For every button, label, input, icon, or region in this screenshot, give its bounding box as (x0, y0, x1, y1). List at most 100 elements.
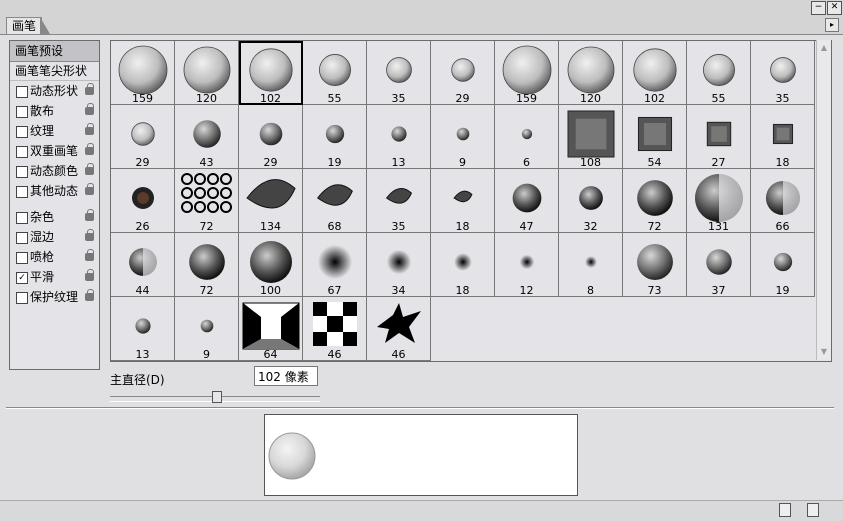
lock-icon[interactable] (85, 209, 94, 221)
scroll-up-icon[interactable]: ▲ (818, 42, 830, 54)
lock-icon[interactable] (85, 249, 94, 261)
brush-preset[interactable]: 27 (687, 105, 751, 169)
brush-tip-icon (497, 235, 557, 290)
option-checkbox[interactable] (16, 186, 28, 198)
lock-icon[interactable] (85, 289, 94, 301)
lock-icon[interactable] (85, 269, 94, 281)
brush-preset[interactable]: 73 (623, 233, 687, 297)
lock-icon[interactable] (85, 143, 94, 155)
brush-preset[interactable]: 9 (175, 297, 239, 361)
brush-preset[interactable]: 55 (303, 41, 367, 105)
tab-brushes[interactable]: 画笔 (6, 17, 42, 34)
brush-preset[interactable]: 46 (367, 297, 431, 361)
brush-preset[interactable]: 35 (367, 169, 431, 233)
option-checkbox[interactable] (16, 252, 28, 264)
option-checkbox[interactable] (16, 166, 28, 178)
lock-icon[interactable] (85, 163, 94, 175)
brush-preset[interactable]: 29 (431, 41, 495, 105)
master-diameter-field[interactable]: 102 像素 (254, 366, 318, 386)
option-row[interactable]: 保护纹理 (10, 287, 99, 307)
brush-preset[interactable]: 37 (687, 233, 751, 297)
brush-preset[interactable]: 134 (239, 169, 303, 233)
brush-preset[interactable]: 18 (431, 169, 495, 233)
option-row[interactable]: 动态颜色 (10, 161, 99, 181)
brush-preset[interactable]: 19 (303, 105, 367, 169)
brush-preset[interactable]: 67 (303, 233, 367, 297)
option-row[interactable]: ✓ 平滑 (10, 267, 99, 287)
brush-tip-icon (369, 107, 429, 162)
brush-preset[interactable]: 12 (495, 233, 559, 297)
option-checkbox[interactable] (16, 292, 28, 304)
option-checkbox[interactable] (16, 126, 28, 138)
brush-preset[interactable]: 13 (367, 105, 431, 169)
panel-menu-button[interactable]: ▸ (825, 18, 839, 32)
brush-preset[interactable]: 19 (751, 233, 815, 297)
lock-icon[interactable] (85, 229, 94, 241)
new-brush-icon[interactable] (779, 503, 791, 517)
option-row[interactable]: 双重画笔 (10, 141, 99, 161)
brush-preset[interactable]: 6 (495, 105, 559, 169)
brush-preset[interactable]: 18 (431, 233, 495, 297)
option-checkbox[interactable] (16, 146, 28, 158)
brush-preset[interactable]: 68 (303, 169, 367, 233)
grid-scrollbar[interactable]: ▲ ▼ (816, 40, 831, 360)
brush-tip-icon (305, 299, 365, 354)
option-checkbox[interactable] (16, 86, 28, 98)
brush-preset[interactable]: 55 (687, 41, 751, 105)
brush-preset[interactable]: 66 (751, 169, 815, 233)
option-row[interactable]: 湿边 (10, 227, 99, 247)
brush-preset[interactable]: 18 (751, 105, 815, 169)
minimize-button[interactable]: − (811, 1, 826, 15)
option-row[interactable]: 杂色 (10, 207, 99, 227)
brush-preset[interactable]: 131 (687, 169, 751, 233)
option-checkbox[interactable] (16, 232, 28, 244)
brush-preset[interactable]: 100 (239, 233, 303, 297)
brush-preset[interactable]: 102 (623, 41, 687, 105)
brush-presets-item[interactable]: 画笔预设 (10, 41, 99, 62)
brush-preset[interactable]: 34 (367, 233, 431, 297)
option-row[interactable]: 喷枪 (10, 247, 99, 267)
brush-preset[interactable]: 47 (495, 169, 559, 233)
option-row[interactable]: 纹理 (10, 121, 99, 141)
option-checkbox[interactable] (16, 106, 28, 118)
brush-tip-icon (689, 235, 749, 290)
brush-preset[interactable]: 26 (111, 169, 175, 233)
brush-preset[interactable]: 9 (431, 105, 495, 169)
option-row[interactable]: 动态形状 (10, 81, 99, 101)
brush-preset[interactable]: 64 (239, 297, 303, 361)
brush-preset[interactable]: 159 (495, 41, 559, 105)
option-checkbox[interactable]: ✓ (16, 272, 28, 284)
brush-tip-shape-item[interactable]: 画笔笔尖形状 (10, 62, 99, 81)
brush-tip-icon (369, 43, 429, 98)
brush-preset[interactable]: 120 (559, 41, 623, 105)
brush-preset[interactable]: 35 (367, 41, 431, 105)
brush-preset[interactable]: 72 (175, 233, 239, 297)
brush-preset[interactable]: 44 (111, 233, 175, 297)
brush-preset[interactable]: 29 (239, 105, 303, 169)
brush-preset[interactable]: 72 (175, 169, 239, 233)
brush-preset[interactable]: 159 (111, 41, 175, 105)
option-row[interactable]: 其他动态 (10, 181, 99, 201)
close-button[interactable]: ✕ (827, 1, 842, 15)
brush-preset[interactable]: 35 (751, 41, 815, 105)
option-row[interactable]: 散布 (10, 101, 99, 121)
lock-icon[interactable] (85, 123, 94, 135)
brush-preset[interactable]: 46 (303, 297, 367, 361)
brush-preset[interactable]: 102 (239, 41, 303, 105)
brush-preset[interactable]: 108 (559, 105, 623, 169)
brush-preset[interactable]: 54 (623, 105, 687, 169)
scroll-down-icon[interactable]: ▼ (818, 346, 830, 358)
diameter-slider-thumb[interactable] (212, 391, 222, 403)
brush-preset[interactable]: 32 (559, 169, 623, 233)
brush-preset[interactable]: 29 (111, 105, 175, 169)
brush-preset[interactable]: 43 (175, 105, 239, 169)
brush-preset[interactable]: 8 (559, 233, 623, 297)
brush-preset[interactable]: 120 (175, 41, 239, 105)
option-checkbox[interactable] (16, 212, 28, 224)
brush-preset[interactable]: 13 (111, 297, 175, 361)
brush-preset[interactable]: 72 (623, 169, 687, 233)
lock-icon[interactable] (85, 83, 94, 95)
lock-icon[interactable] (85, 103, 94, 115)
trash-icon[interactable] (807, 503, 819, 517)
lock-icon[interactable] (85, 183, 94, 195)
